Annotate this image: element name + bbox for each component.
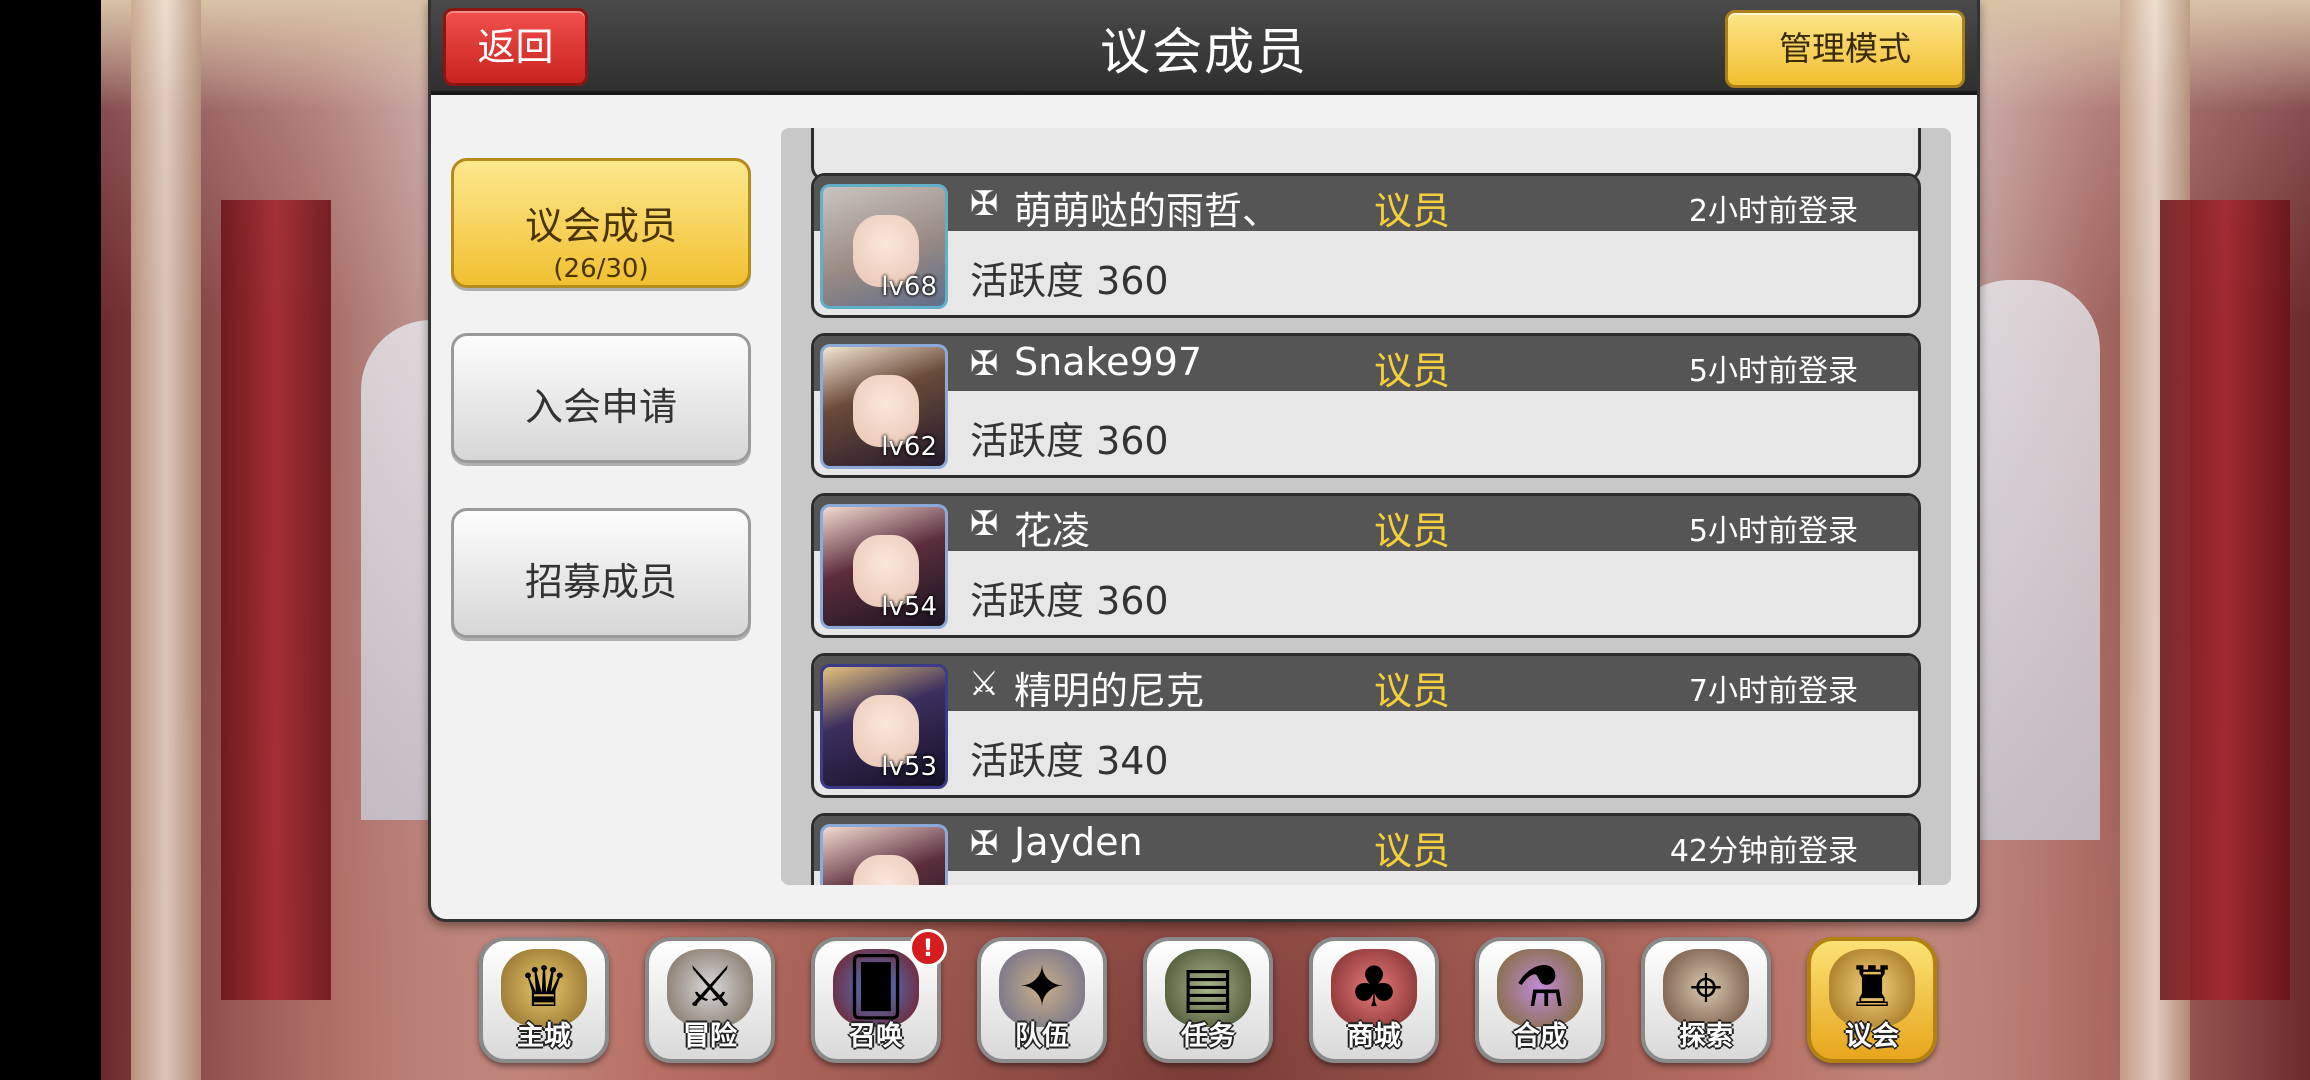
- last-login: 42分钟前登录: [1669, 834, 1858, 869]
- nav-label: 探索: [1679, 1021, 1733, 1052]
- member-name: Snake997: [1014, 340, 1203, 384]
- member-row[interactable]: lv62 ✠ Snake997 议员 5小时前登录 活跃度 360: [811, 333, 1921, 478]
- activity-value: 活跃度 360: [970, 259, 1169, 303]
- level-label: lv62: [881, 432, 937, 462]
- nav-label: 队伍: [1015, 1021, 1069, 1052]
- tab-join-requests[interactable]: 入会申请: [451, 333, 751, 463]
- tab-label: 招募成员: [524, 560, 677, 604]
- left-curtain: [221, 200, 331, 1000]
- member-row[interactable]: lv53 ⚔ 精明的尼克 议员 7小时前登录 活跃度 340: [811, 653, 1921, 798]
- nav-main-city[interactable]: ♛ 主城: [479, 937, 609, 1063]
- nav-explore[interactable]: ⌖ 探索: [1641, 937, 1771, 1063]
- nav-label: 合成: [1513, 1021, 1567, 1052]
- cross-icon: ✠: [969, 344, 999, 384]
- avatar[interactable]: lv68: [820, 184, 948, 309]
- activity-value: 活跃度 360: [970, 579, 1169, 623]
- nav-label: 主城: [517, 1021, 571, 1052]
- member-list[interactable]: lv68 ✠ 萌萌哒的雨哲、 议员 2小时前登录 活跃度 360 lv62 ✠ …: [781, 128, 1951, 885]
- activity-value: 活跃度 360: [970, 419, 1169, 463]
- avatar[interactable]: [820, 824, 948, 885]
- member-role: 议员: [1374, 349, 1451, 393]
- nav-label: 议会: [1845, 1021, 1899, 1052]
- last-login: 2小时前登录: [1688, 194, 1858, 229]
- member-name: Jayden: [1014, 820, 1143, 864]
- member-role: 议员: [1374, 669, 1451, 713]
- avatar[interactable]: lv54: [820, 504, 948, 629]
- nav-label: 冒险: [683, 1021, 737, 1052]
- member-role: 议员: [1374, 829, 1451, 873]
- left-pillar: [131, 0, 201, 1080]
- nav-adventure[interactable]: ⚔ 冒险: [645, 937, 775, 1063]
- nav-team[interactable]: ✦ 队伍: [977, 937, 1107, 1063]
- tab-council-members[interactable]: 议会成员 (26/30): [451, 158, 751, 288]
- cross-icon: ✠: [969, 504, 999, 544]
- level-label: lv53: [881, 752, 937, 782]
- nav-craft[interactable]: ⚗ 合成: [1475, 937, 1605, 1063]
- member-role: 议员: [1374, 189, 1451, 233]
- last-login: 5小时前登录: [1688, 354, 1858, 389]
- right-curtain: [2160, 200, 2290, 1000]
- activity-value: 活跃度 340: [970, 739, 1169, 783]
- sword-icon: ⚔: [968, 664, 1000, 704]
- member-row[interactable]: lv68 ✠ 萌萌哒的雨哲、 议员 2小时前登录 活跃度 360: [811, 173, 1921, 318]
- title-bar: 返回 议会成员 管理模式: [431, 0, 1977, 95]
- nav-summon[interactable]: 🂠 召唤 !: [811, 929, 947, 1063]
- last-login: 7小时前登录: [1688, 674, 1858, 709]
- nav-label: 召唤: [849, 1021, 903, 1052]
- tab-recruit-members[interactable]: 招募成员: [451, 508, 751, 638]
- member-name: 精明的尼克: [1014, 669, 1205, 713]
- member-role: 议员: [1374, 509, 1451, 553]
- member-count: (26/30): [553, 254, 649, 284]
- avatar[interactable]: lv53: [820, 664, 948, 789]
- member-name: 萌萌哒的雨哲、: [1014, 189, 1281, 233]
- nav-label: 任务: [1181, 1021, 1235, 1052]
- cross-icon: ✠: [969, 184, 999, 224]
- member-row[interactable]: ✠ Jayden 议员 42分钟前登录: [811, 813, 1921, 885]
- level-label: lv54: [881, 592, 937, 622]
- member-name: 花凌: [1014, 509, 1091, 553]
- nav-quests[interactable]: ▤ 任务: [1143, 937, 1273, 1063]
- cross-icon: ✠: [969, 824, 999, 864]
- nav-council[interactable]: ♜ 议会: [1807, 937, 1937, 1063]
- tab-label: 入会申请: [524, 385, 677, 429]
- last-login: 5小时前登录: [1688, 514, 1858, 549]
- council-panel: 返回 议会成员 管理模式 议会成员 (26/30) 入会申请 招募成员 lv68…: [428, 0, 1980, 922]
- tab-label: 议会成员: [524, 204, 677, 248]
- level-label: lv68: [881, 272, 937, 302]
- nav-label: 商城: [1347, 1021, 1401, 1052]
- avatar[interactable]: lv62: [820, 344, 948, 469]
- notification-badge: !: [909, 929, 947, 967]
- nav-shop[interactable]: ♣ 商城: [1309, 937, 1439, 1063]
- member-row[interactable]: lv54 ✠ 花凌 议员 5小时前登录 活跃度 360: [811, 493, 1921, 638]
- manage-mode-button[interactable]: 管理模式: [1725, 10, 1965, 88]
